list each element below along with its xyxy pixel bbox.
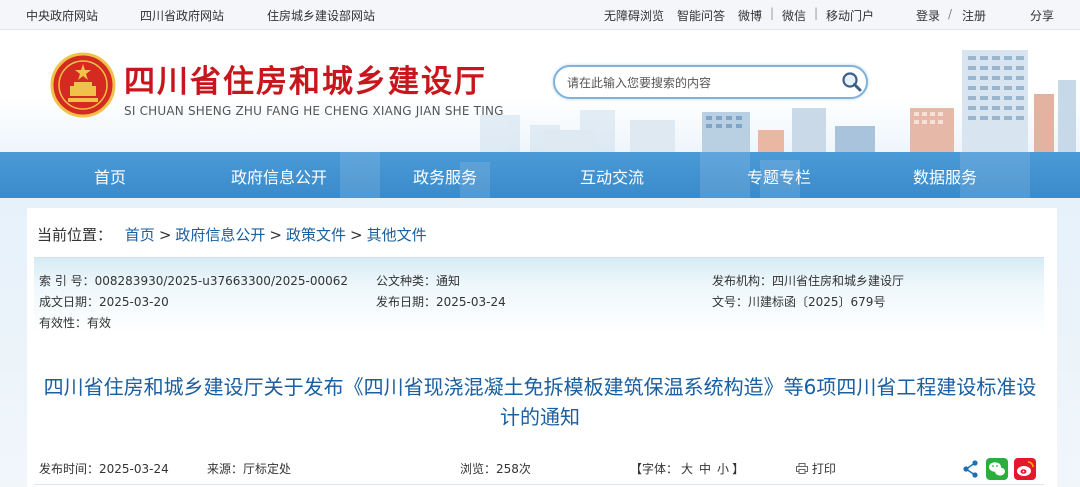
nav-gov-services[interactable]: 政务服务	[413, 164, 477, 188]
breadcrumb: 当前位置： 首页 > 政府信息公开 > 政策文件 > 其他文件	[37, 224, 427, 245]
link-mobile-portal[interactable]: 移动门户	[826, 7, 874, 24]
breadcrumb-home[interactable]: 首页	[125, 226, 155, 244]
weibo-share-icon[interactable]	[1014, 458, 1036, 480]
source: 来源：厅标定处	[207, 462, 292, 476]
link-mohurd[interactable]: 住房城乡建设部网站	[267, 7, 375, 24]
meta-validity: 有效性：有效	[39, 316, 112, 330]
link-smart-qa[interactable]: 智能问答	[677, 7, 725, 24]
national-emblem-icon	[50, 52, 116, 118]
document-title: 四川省住房和城乡建设厅关于发布《四川省现浇混凝土免拆模板建筑保温系统构造》等6项…	[43, 375, 1037, 429]
breadcrumb-policy-docs[interactable]: 政策文件	[286, 226, 346, 244]
divider	[34, 484, 1044, 485]
meta-index-no: 索 引 号：008283930/2025-u37663300/2025-0006…	[39, 274, 349, 288]
publish-time: 发布时间：2025-03-24	[39, 462, 169, 476]
nav-special-topics[interactable]: 专题专栏	[747, 164, 811, 188]
search-box	[553, 65, 868, 99]
meta-publisher: 发布机构：四川省住房和城乡建设厅	[712, 274, 905, 288]
font-size-small[interactable]: 小	[717, 462, 729, 476]
link-central-gov[interactable]: 中央政府网站	[26, 7, 98, 24]
nav-home[interactable]: 首页	[94, 164, 126, 188]
meta-doc-type: 公文种类：通知	[376, 274, 461, 288]
meta-created-date: 成文日期：2025-03-20	[39, 295, 169, 309]
meta-published-date: 发布日期：2025-03-24	[376, 295, 506, 309]
link-accessibility[interactable]: 无障碍浏览	[604, 7, 664, 24]
link-weibo[interactable]: 微博	[738, 7, 762, 24]
site-title[interactable]: 四川省住房和城乡建设厅	[124, 56, 487, 101]
share-link[interactable]: 分享	[1030, 7, 1054, 24]
content-panel	[27, 208, 1057, 487]
wechat-share-icon[interactable]	[986, 458, 1008, 480]
font-size-medium[interactable]: 中	[699, 462, 711, 476]
search-input[interactable]	[567, 73, 827, 93]
meta-doc-no: 文号：川建标函〔2025〕679号	[712, 295, 886, 309]
slash-divider: /	[948, 7, 953, 21]
print-button[interactable]: 打印	[796, 460, 836, 477]
link-sichuan-gov[interactable]: 四川省政府网站	[140, 7, 224, 24]
top-utility-bar: 中央政府网站 四川省政府网站 住房城乡建设部网站 无障碍浏览 智能问答 微博 |…	[0, 0, 1080, 30]
nav-gov-info[interactable]: 政府信息公开	[231, 164, 327, 188]
link-wechat[interactable]: 微信	[782, 7, 806, 24]
breadcrumb-sep: >	[158, 226, 172, 244]
breadcrumb-other-docs[interactable]: 其他文件	[367, 226, 427, 244]
site-subtitle: SI CHUAN SHENG ZHU FANG HE CHENG XIANG J…	[124, 104, 504, 118]
print-icon	[796, 463, 808, 474]
share-icon[interactable]	[960, 458, 982, 480]
login-link[interactable]: 登录	[916, 7, 940, 24]
search-icon[interactable]	[841, 71, 863, 93]
view-count: 浏览：258次	[460, 462, 531, 476]
breadcrumb-sep: >	[269, 226, 282, 244]
divider: |	[770, 6, 775, 20]
font-size-close: 】	[732, 462, 745, 476]
breadcrumb-gov-info[interactable]: 政府信息公开	[175, 226, 265, 244]
breadcrumb-label: 当前位置：	[37, 226, 113, 244]
register-link[interactable]: 注册	[962, 7, 986, 24]
divider: |	[814, 6, 819, 20]
font-size-large[interactable]: 大	[681, 462, 693, 476]
font-size-controls: 【字体：大中小】	[630, 460, 744, 477]
print-label: 打印	[811, 462, 836, 476]
site-header: 四川省住房和城乡建设厅 SI CHUAN SHENG ZHU FANG HE C…	[0, 30, 1080, 152]
main-nav: 首页 政府信息公开 政务服务 互动交流 专题专栏 数据服务	[0, 152, 1080, 198]
breadcrumb-sep: >	[350, 226, 363, 244]
font-size-label: 【字体：	[630, 462, 679, 476]
nav-data-services[interactable]: 数据服务	[913, 164, 977, 188]
nav-interaction[interactable]: 互动交流	[580, 164, 644, 188]
document-metadata: 索 引 号：008283930/2025-u37663300/2025-0006…	[34, 257, 1044, 334]
